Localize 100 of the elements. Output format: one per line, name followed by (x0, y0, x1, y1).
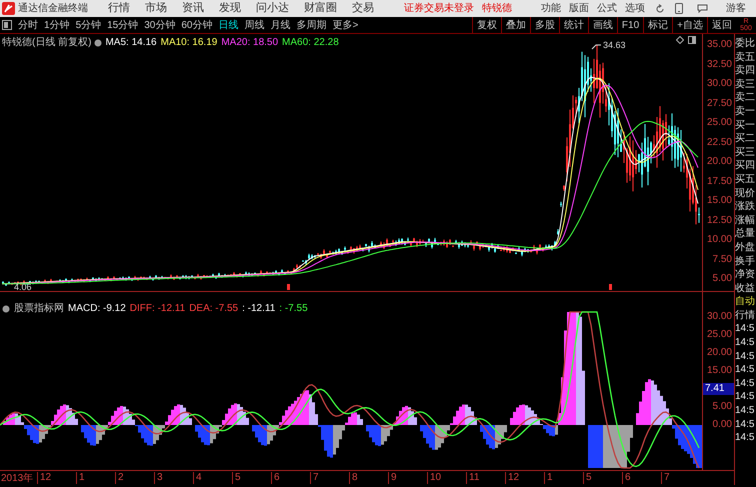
menu-item[interactable]: 版面 (569, 1, 589, 16)
axis-label: 22.50 (706, 136, 732, 148)
toolbar-button[interactable]: 复权 (472, 17, 501, 33)
quote-label: 买三 (735, 146, 756, 160)
axis-label: 15.00 (706, 365, 733, 377)
message-icon[interactable] (697, 4, 708, 13)
indicator-value: DEA: -7.55 (189, 302, 238, 316)
quote-label: 卖一 (735, 104, 756, 119)
menu-item[interactable]: 选项 (625, 1, 645, 16)
date-label: 12 (505, 472, 544, 484)
event-marker-icon (609, 284, 612, 290)
quote-label: 自动 (735, 295, 756, 309)
menu-item[interactable]: 市场 (145, 0, 167, 17)
date-label: 4 (193, 472, 232, 484)
quote-label: 净资 (735, 268, 756, 282)
quote-label: 换手 (735, 254, 756, 268)
ma-value: MA20: 18.50 (221, 36, 278, 50)
menu-item[interactable]: 资讯 (182, 0, 204, 17)
period-tab[interactable]: 30分钟 (144, 18, 176, 32)
trade-time: 14:5 (735, 350, 756, 364)
trade-time: 14:5 (735, 322, 756, 336)
axis-label: 5.00 (712, 273, 732, 285)
axis-label: 7.50 (712, 254, 732, 266)
diamond-icon[interactable] (676, 36, 684, 44)
quote-label: 涨跌 (735, 200, 756, 214)
date-label: 1 (76, 472, 115, 484)
date-label: 1 (544, 472, 583, 484)
trade-time: 14:5 (735, 336, 756, 350)
trade-time: 14:5 (735, 431, 756, 445)
toolbar-button[interactable]: 画线 (588, 17, 617, 33)
axis-label: 30.00 (706, 78, 732, 90)
quote-label: 买一 (735, 118, 756, 132)
date-label: 7 (310, 472, 349, 484)
phone-icon[interactable] (675, 3, 683, 14)
refresh-icon[interactable] (655, 4, 665, 14)
trade-time: 14:5 (735, 404, 756, 418)
ma-value: MA10: 16.19 (160, 36, 218, 50)
high-price-label: 34.63 (603, 40, 626, 50)
axis-label: 17.50 (706, 176, 732, 188)
panel-toggle-icon[interactable] (2, 20, 12, 30)
trade-time: 14:5 (735, 376, 756, 390)
quote-label: 卖三 (735, 78, 756, 92)
date-label: 11 (466, 472, 505, 484)
axis-label: 25.00 (706, 117, 732, 129)
toolbar-button[interactable]: 统计 (558, 17, 588, 33)
app-title: 通达信金融终端 (18, 2, 88, 16)
menu-item[interactable]: 发现 (219, 0, 241, 17)
leader-line (592, 44, 602, 50)
period-tab[interactable]: 15分钟 (107, 18, 138, 32)
date-label: 5 (583, 472, 622, 484)
axis-label: 5.00 (712, 401, 733, 413)
app-logo-icon (2, 2, 15, 15)
axis-label: 35.00 (706, 39, 732, 51)
toolbar-button[interactable]: 返回 (707, 17, 736, 33)
user-name[interactable]: 游客 (726, 1, 746, 16)
axis-label: 32.50 (706, 58, 732, 70)
axis-label: 20.00 (706, 156, 732, 168)
period-tab[interactable]: 多周期 (296, 18, 326, 32)
axis-label: 10.00 (706, 234, 732, 246)
quote-label: 外盘 (735, 240, 756, 254)
toolbar-button[interactable]: +自选 (672, 17, 707, 33)
stock-name: 特锐德 (482, 2, 512, 16)
date-label: 6 (271, 472, 310, 484)
trade-time: 14:5 (735, 390, 756, 404)
quote-label: 卖四 (735, 64, 756, 78)
quote-label: 卖五 (735, 50, 756, 64)
period-tab[interactable]: 日线 (218, 18, 238, 32)
date-label: 5 (232, 472, 271, 484)
period-tab[interactable]: 月线 (270, 18, 290, 32)
menu-item[interactable]: 公式 (597, 1, 617, 16)
quote-label: 委比 (735, 37, 756, 51)
indicator-value: DIFF: -12.11 (130, 302, 186, 316)
trade-time: 14:5 (735, 363, 756, 377)
period-tab[interactable]: 周线 (244, 18, 264, 32)
toolbar-button[interactable]: 标记 (643, 17, 672, 33)
period-tab[interactable]: 1分钟 (44, 18, 70, 32)
axis-label: 20.00 (706, 347, 733, 359)
menu-item[interactable]: 功能 (541, 1, 561, 16)
axis-label: 12.50 (706, 214, 732, 226)
menu-item[interactable]: 财富圈 (304, 0, 337, 17)
menu-item[interactable]: 问小达 (256, 0, 289, 17)
menu-item[interactable]: 交易 (352, 0, 374, 17)
axis-label: 0.00 (712, 419, 733, 431)
quote-label: 买五 (735, 172, 756, 187)
toolbar-button[interactable]: F10 (616, 17, 644, 33)
login-status: 证券交易未登录 (404, 2, 474, 16)
ma-value: MA5: 14.16 (105, 36, 157, 50)
period-tab[interactable]: 更多> (332, 18, 358, 32)
menu-item[interactable]: 行情 (108, 0, 130, 17)
axis-label: 25.00 (706, 329, 733, 341)
indicator-value: MACD: -9.12 (68, 302, 126, 316)
toolbar-button[interactable]: 叠加 (500, 17, 530, 33)
quote-label: 涨幅 (735, 214, 756, 228)
period-tab[interactable]: 60分钟 (181, 18, 212, 32)
panel-toggle-icon[interactable] (688, 36, 696, 44)
trade-time: 14:5 (735, 418, 756, 432)
quote-label: 卖二 (735, 91, 756, 105)
toolbar-button[interactable]: 多股 (530, 17, 559, 33)
period-tab[interactable]: 分时 (18, 18, 38, 32)
period-tab[interactable]: 5分钟 (76, 18, 102, 32)
